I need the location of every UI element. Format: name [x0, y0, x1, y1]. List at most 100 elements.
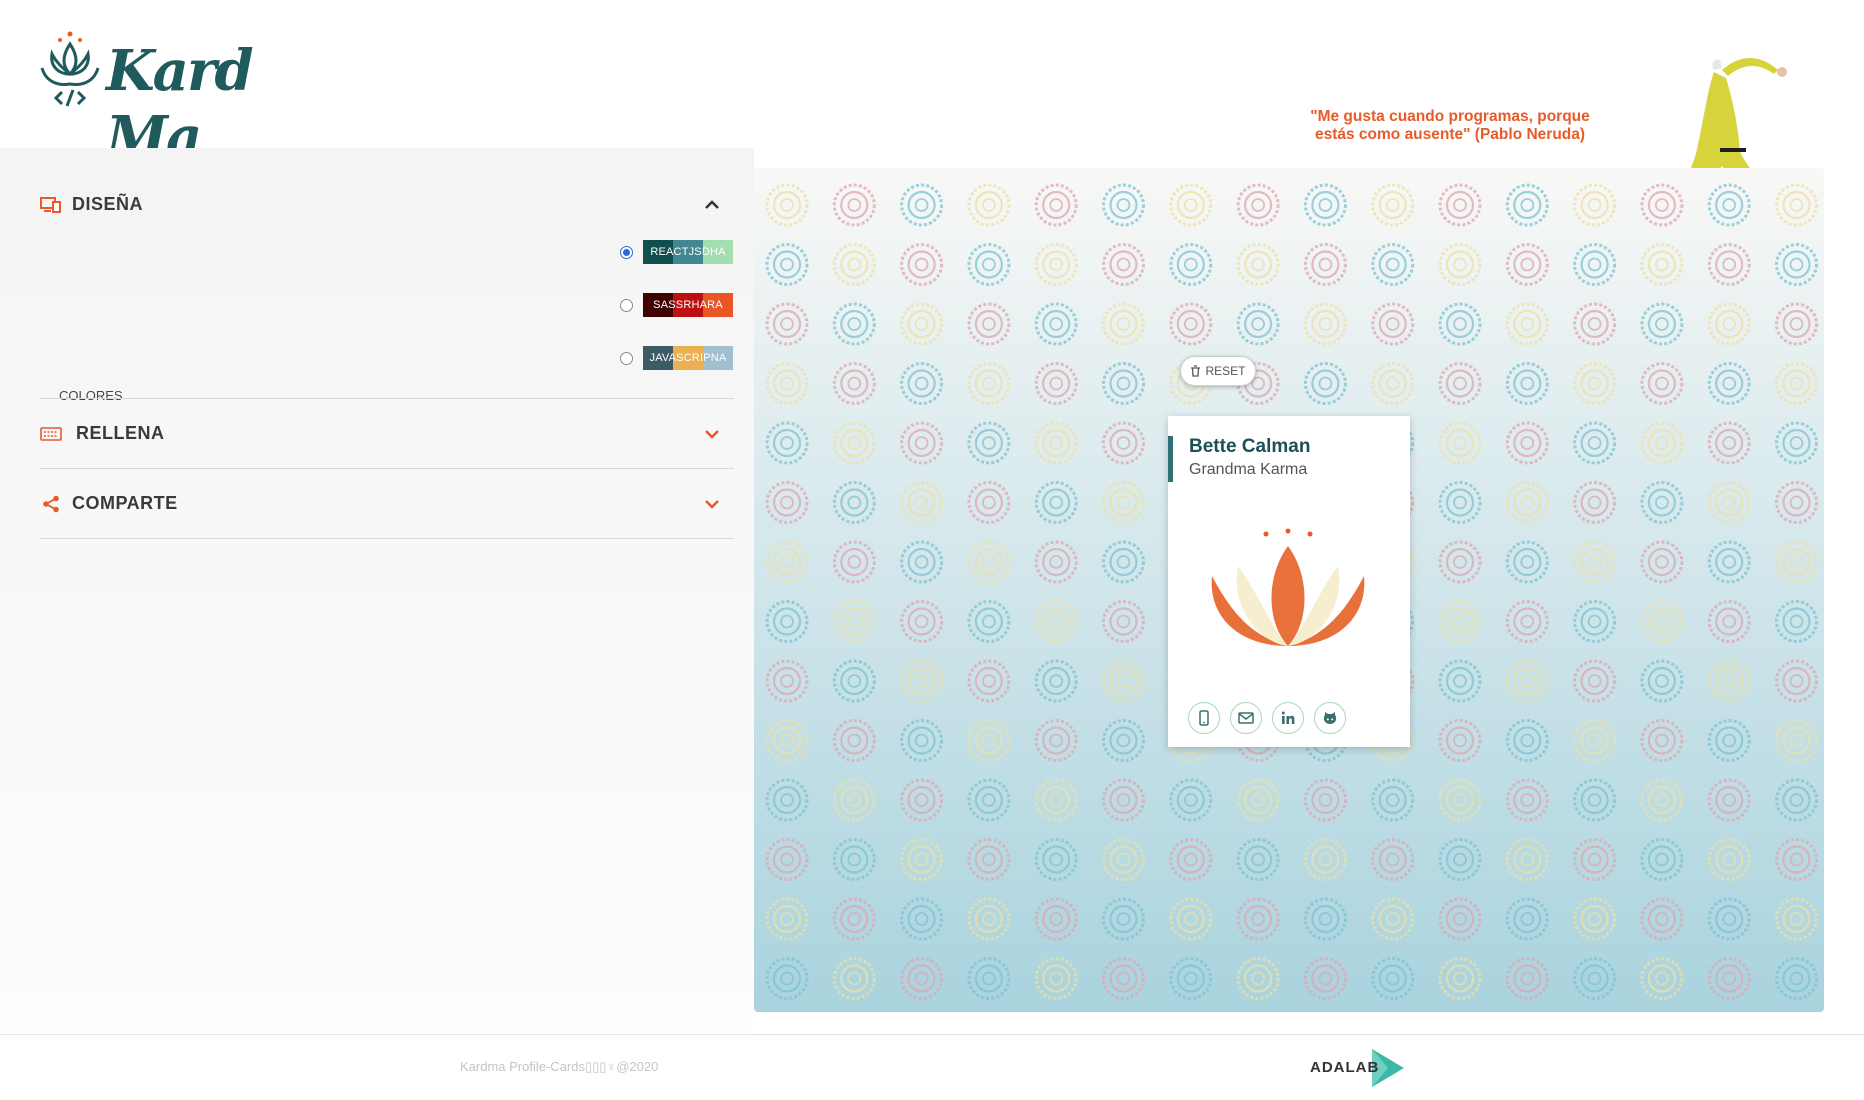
mandala-tile — [1505, 600, 1549, 643]
mandala-tile — [1505, 659, 1549, 703]
mandala-tile — [1371, 183, 1415, 227]
design-section-title: DISEÑA — [72, 194, 144, 214]
mandala-tile — [1505, 362, 1549, 405]
fill-section-header[interactable]: RELLENA — [40, 423, 734, 444]
chevron-down-icon[interactable] — [702, 424, 722, 444]
mandala-tile — [1303, 897, 1347, 941]
palette-option-2[interactable]: SASSRHARA — [620, 293, 733, 317]
trash-icon — [1190, 365, 1201, 377]
mandala-tile — [1034, 659, 1078, 703]
mandala-tile — [1438, 957, 1482, 1000]
mandala-tile — [1034, 302, 1078, 346]
mandala-tile — [1102, 600, 1145, 643]
mandala-tile — [1775, 897, 1818, 941]
mandala-tile — [765, 362, 809, 405]
mandala-tile — [765, 957, 809, 1000]
mandala-tile — [1102, 243, 1145, 286]
mandala-tile — [1102, 778, 1145, 822]
mandala-tile — [1640, 183, 1684, 227]
mandala-tile — [1303, 243, 1347, 286]
mandala-tile — [1438, 540, 1482, 584]
card-accent-bar — [1168, 436, 1173, 482]
mandala-tile — [1371, 897, 1415, 941]
social-links — [1188, 702, 1346, 734]
mandala-tile — [1573, 957, 1617, 1000]
mandala-tile — [1034, 957, 1078, 1000]
mandala-tile — [1505, 481, 1549, 524]
mandala-tile — [900, 957, 944, 1000]
fill-section-title: RELLENA — [76, 423, 165, 443]
mandala-tile — [1640, 659, 1684, 703]
mandala-tile — [1640, 600, 1684, 643]
mandala-tile — [1236, 778, 1280, 822]
mandala-tile — [1102, 659, 1145, 703]
mandala-tile — [1707, 778, 1751, 822]
mandala-tile — [1371, 302, 1415, 346]
mandala-tile — [1034, 481, 1078, 524]
mandala-tile — [1640, 302, 1684, 346]
mandala-tile — [1707, 600, 1751, 643]
mandala-tile — [1505, 719, 1549, 762]
design-section-header[interactable]: DISEÑA — [40, 194, 734, 215]
share-section-header[interactable]: COMPARTE — [40, 493, 734, 514]
mandala-tile — [900, 897, 944, 941]
mandala-tile — [1034, 362, 1078, 405]
mandala-tile — [1303, 362, 1347, 405]
mandala-tile — [900, 719, 944, 762]
mandala-tile — [1505, 421, 1549, 465]
chevron-up-icon[interactable] — [702, 195, 722, 215]
mandala-tile — [1102, 719, 1145, 762]
mandala-tile — [1438, 719, 1482, 762]
footer: Kardma Profile-Cards▯▯▯♀@2020 ADALAB — [0, 1034, 1864, 1100]
mandala-tile — [832, 897, 876, 941]
mandala-tile — [1236, 302, 1280, 346]
email-icon[interactable] — [1230, 702, 1262, 734]
mandala-tile — [1573, 421, 1617, 465]
divider — [40, 468, 734, 469]
mandala-tile — [1102, 838, 1145, 881]
github-icon[interactable] — [1314, 702, 1346, 734]
mandala-tile — [1707, 421, 1751, 465]
mandala-tile — [1505, 838, 1549, 881]
mandala-tile — [900, 481, 944, 524]
mandala-tile — [900, 421, 944, 465]
mandala-tile — [1034, 421, 1078, 465]
reset-button[interactable]: RESET — [1180, 356, 1256, 386]
mandala-tile — [1775, 302, 1818, 346]
palette-3-radio[interactable] — [620, 351, 633, 365]
palette-1-radio[interactable] — [620, 245, 633, 259]
mandala-tile — [1169, 957, 1213, 1000]
mandala-tile — [1102, 302, 1145, 346]
mandala-tile — [1303, 778, 1347, 822]
palette-option-3[interactable]: JAVASCRIPNA — [620, 346, 733, 370]
mandala-tile — [1438, 778, 1482, 822]
mandala-tile — [1505, 540, 1549, 584]
adalab-logo[interactable]: ADALAB — [1308, 1047, 1408, 1089]
mandala-tile — [1438, 838, 1482, 881]
palette-2-radio[interactable] — [620, 298, 633, 312]
reset-label: RESET — [1205, 364, 1246, 378]
profile-card: Bette Calman Grandma Karma — [1168, 416, 1410, 747]
mandala-tile — [900, 183, 944, 227]
chevron-down-icon[interactable] — [702, 494, 722, 514]
mandala-tile — [1775, 481, 1818, 524]
mandala-tile — [1371, 778, 1415, 822]
mandala-tile — [1169, 838, 1213, 881]
mandala-tile — [1303, 838, 1347, 881]
mandala-tile — [765, 838, 809, 881]
mandala-tile — [1775, 540, 1818, 584]
palette-option-1[interactable]: REACTJSDHA — [620, 240, 733, 264]
linkedin-icon[interactable] — [1272, 702, 1304, 734]
mandala-tile — [1640, 243, 1684, 286]
mandala-tile — [832, 838, 876, 881]
mandala-tile — [1775, 243, 1818, 286]
mandala-tile — [967, 362, 1011, 405]
mandala-tile — [900, 540, 944, 584]
mandala-tile — [967, 302, 1011, 346]
phone-icon[interactable] — [1188, 702, 1220, 734]
mandala-tile — [1505, 897, 1549, 941]
mandala-tile — [967, 838, 1011, 881]
mandala-tile — [1034, 540, 1078, 584]
logo[interactable]: Kard Ma — [38, 28, 308, 170]
mandala-tile — [832, 957, 876, 1000]
